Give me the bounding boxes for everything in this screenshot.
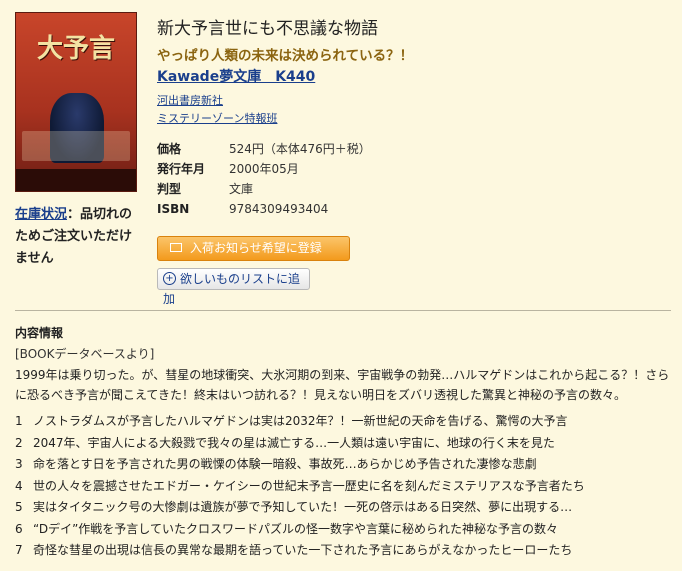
- cover-band: [16, 169, 136, 191]
- toc-item: 3 命を落とす日を予言された男の戦慄の体験一暗殺、事故死…あらかじめ予告された凄惨…: [15, 457, 537, 471]
- notify-arrival-button[interactable]: 入荷お知らせ希望に登録: [157, 236, 350, 261]
- add-to-wishlist-button[interactable]: + 欲しいものリストに追加: [157, 268, 310, 306]
- description-source: [BOOKデータベースより]: [15, 347, 155, 361]
- book-specs: 価格 524円（本体476円＋税） 発行年月 2000年05月 判型 文庫 ISBN 9…: [157, 139, 371, 219]
- toc-item: 6 “Dデイ”作戦を予言していたクロスワードパズルの怪一数字や言葉に秘められた神秘…: [15, 521, 558, 536]
- mail-icon: [170, 243, 182, 252]
- spec-format: 判型 文庫: [157, 182, 254, 196]
- spec-date: 発行年月 2000年05月: [157, 162, 299, 176]
- cover-blurb: [22, 131, 130, 161]
- toc-item: 5 実はタイタニック号の大惨劇は遺族が夢で予知していた！一死の啓示はある日突然、夢…: [15, 500, 573, 514]
- notify-button-label: 入荷お知らせ希望に登録: [190, 241, 322, 255]
- stock-status: 在庫状況：品切れのためご注文いただけません: [15, 204, 140, 270]
- toc-item: 2 2047年、宇宙人による大殺戮で我々の星は滅亡する…一人類は遠い宇宙に、地球の…: [15, 435, 555, 450]
- toc-item: 4 世の人々を震撼させたエドガー・ケイシーの世紀末予言一歴史に名を刻んだミステリア…: [15, 478, 585, 493]
- description-heading: 内容情報: [15, 326, 64, 340]
- cover-title: 大予言: [36, 34, 115, 64]
- description-body: 1999年は乗り切った。が、彗星の地球衝突、大氷河期の到来、宇宙戦争の勃発…ハル…: [15, 368, 670, 402]
- section-divider: [15, 310, 671, 311]
- author-link[interactable]: ミステリーゾーン特報班: [157, 110, 277, 126]
- book-cover-image: 大予言: [15, 12, 137, 192]
- wishlist-button-label: 欲しいものリストに追加: [163, 272, 301, 306]
- toc-item: 1 ノストラダムスが予言したハルマゲドンは実は2032年？！一新世紀の天命を告げる…: [15, 414, 568, 428]
- toc-item: 7 奇怪な彗星の出現は信長の異常な最期を語っていた一下された予言にあらがえなかった…: [15, 543, 573, 557]
- plus-circle-icon: +: [163, 272, 176, 285]
- spec-isbn: ISBN 9784309493404: [157, 202, 329, 216]
- book-title: 新大予言世にも不思議な物語: [157, 19, 378, 39]
- publisher-link[interactable]: 河出書房新社: [157, 92, 223, 108]
- spec-price: 価格 524円（本体476円＋税）: [157, 142, 371, 156]
- table-of-contents: 1 ノストラダムスが予言したハルマゲドンは実は2032年？！一新世紀の天命を告げる…: [15, 411, 585, 562]
- book-subtitle: やっぱり人類の未来は決められている？！: [157, 48, 414, 64]
- stock-status-link[interactable]: 在庫状況: [15, 207, 67, 222]
- series-link[interactable]: Kawade夢文庫 K440: [157, 66, 315, 86]
